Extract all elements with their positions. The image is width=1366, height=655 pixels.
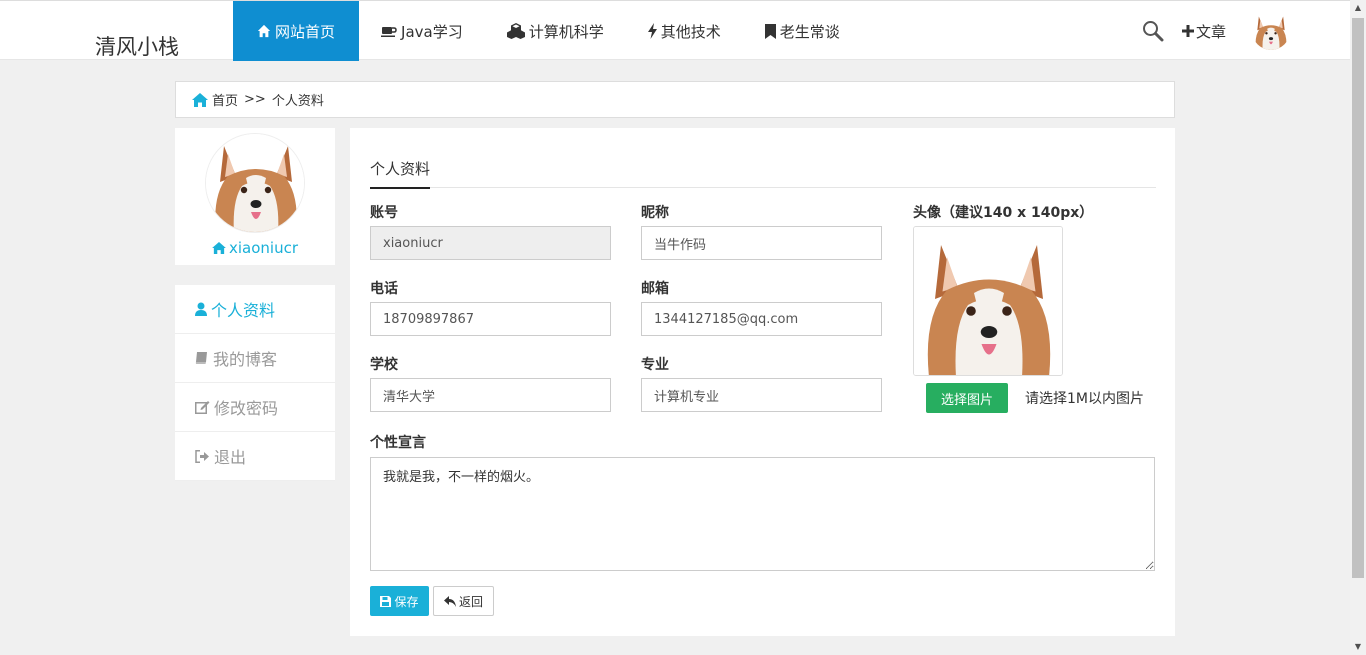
bio-textarea[interactable]: 我就是我，不一样的烟火。 (370, 457, 1155, 571)
save-label: 保存 (394, 594, 419, 609)
nav-item-label: 网站首页 (275, 22, 336, 41)
profile-card: xiaoniucr (175, 128, 335, 265)
breadcrumb-current: 个人资料 (271, 94, 324, 109)
cubes-icon (506, 23, 525, 39)
avatar-preview (913, 226, 1063, 376)
nav-item-tech[interactable]: 其他技术 (626, 1, 743, 61)
scroll-down-arrow-icon[interactable]: ▼ (1350, 639, 1366, 655)
side-item-label: 个人资料 (211, 301, 276, 320)
side-item-label: 修改密码 (214, 399, 279, 418)
side-menu: 个人资料 我的博客 修改密码 退出 (175, 285, 335, 481)
choose-image-button[interactable]: 选择图片 (926, 383, 1008, 413)
side-item-logout[interactable]: 退出 (175, 432, 335, 481)
breadcrumb: 首页 >> 个人资料 (175, 81, 1175, 118)
nickname-field[interactable] (641, 226, 882, 260)
email-label: 邮箱 (641, 281, 669, 297)
topbar-right: 文章 (1142, 1, 1290, 61)
choose-image-hint: 请选择1M以内图片 (1025, 391, 1144, 407)
new-article-button[interactable]: 文章 (1181, 21, 1226, 42)
home-icon (257, 24, 271, 38)
major-label: 专业 (641, 357, 669, 373)
nav-item-label: 老生常谈 (779, 22, 840, 41)
email-field[interactable] (641, 302, 882, 336)
search-icon[interactable] (1142, 20, 1164, 42)
phone-field[interactable] (370, 302, 611, 336)
nav-item-talk[interactable]: 老生常谈 (743, 1, 862, 61)
scroll-up-arrow-icon[interactable]: ▲ (1350, 0, 1366, 16)
sign-out-icon (195, 449, 210, 463)
side-item-profile[interactable]: 个人资料 (175, 285, 335, 334)
floppy-icon (380, 595, 392, 607)
book-icon (195, 351, 209, 365)
nickname-label: 昵称 (641, 205, 669, 221)
account-label: 账号 (370, 205, 398, 221)
edit-icon (195, 400, 210, 414)
plus-icon (1181, 25, 1194, 37)
home-icon (212, 242, 226, 254)
top-navbar: 清风小栈 网站首页 Java学习 计算机科学 其他技术 老生常谈 文章 (0, 0, 1350, 61)
profile-form-panel: 个人资料 账号 昵称 电话 邮箱 学校 专业 头像（建议140 x 140px）… (350, 128, 1175, 636)
scrollbar-thumb[interactable] (1352, 18, 1364, 578)
nav-item-cs[interactable]: 计算机科学 (485, 1, 626, 61)
new-article-label: 文章 (1195, 22, 1226, 41)
reply-icon (443, 595, 456, 607)
site-brand[interactable]: 清风小栈 (95, 31, 179, 61)
school-field[interactable] (370, 378, 611, 412)
side-item-label: 我的博客 (213, 350, 278, 369)
user-avatar[interactable] (1252, 12, 1290, 50)
back-label: 返回 (458, 594, 483, 609)
profile-username[interactable]: xiaoniucr (212, 239, 298, 257)
nav-item-label: 其他技术 (660, 22, 721, 41)
profile-username-text: xiaoniucr (228, 239, 298, 257)
side-item-password[interactable]: 修改密码 (175, 383, 335, 432)
profile-avatar (205, 133, 305, 233)
school-label: 学校 (370, 357, 398, 373)
page-scrollbar[interactable]: ▲ ▼ (1350, 0, 1366, 655)
back-button[interactable]: 返回 (433, 586, 494, 616)
nav-item-home[interactable]: 网站首页 (233, 1, 360, 61)
tab-profile[interactable]: 个人资料 (370, 158, 431, 189)
nav-item-label: 计算机科学 (528, 22, 604, 41)
breadcrumb-separator: >> (244, 92, 266, 107)
bookmark-icon (764, 23, 776, 39)
save-button[interactable]: 保存 (370, 586, 429, 616)
main-nav: 网站首页 Java学习 计算机科学 其他技术 老生常谈 (233, 1, 862, 61)
user-icon (195, 302, 207, 316)
breadcrumb-home-label: 首页 (212, 94, 239, 109)
nav-item-java[interactable]: Java学习 (359, 1, 485, 61)
panel-tabs: 个人资料 (370, 158, 1156, 189)
major-field[interactable] (641, 378, 882, 412)
account-field[interactable] (370, 226, 611, 260)
breadcrumb-home-link[interactable]: 首页 (192, 90, 238, 109)
bio-label: 个性宣言 (370, 435, 426, 451)
nav-item-label: Java学习 (401, 22, 463, 41)
avatar-label: 头像（建议140 x 140px） (913, 205, 1094, 221)
phone-label: 电话 (370, 281, 398, 297)
coffee-icon (381, 24, 397, 38)
side-item-label: 退出 (214, 448, 247, 467)
home-icon (192, 92, 208, 107)
bolt-icon (647, 23, 657, 39)
side-item-blog[interactable]: 我的博客 (175, 334, 335, 383)
